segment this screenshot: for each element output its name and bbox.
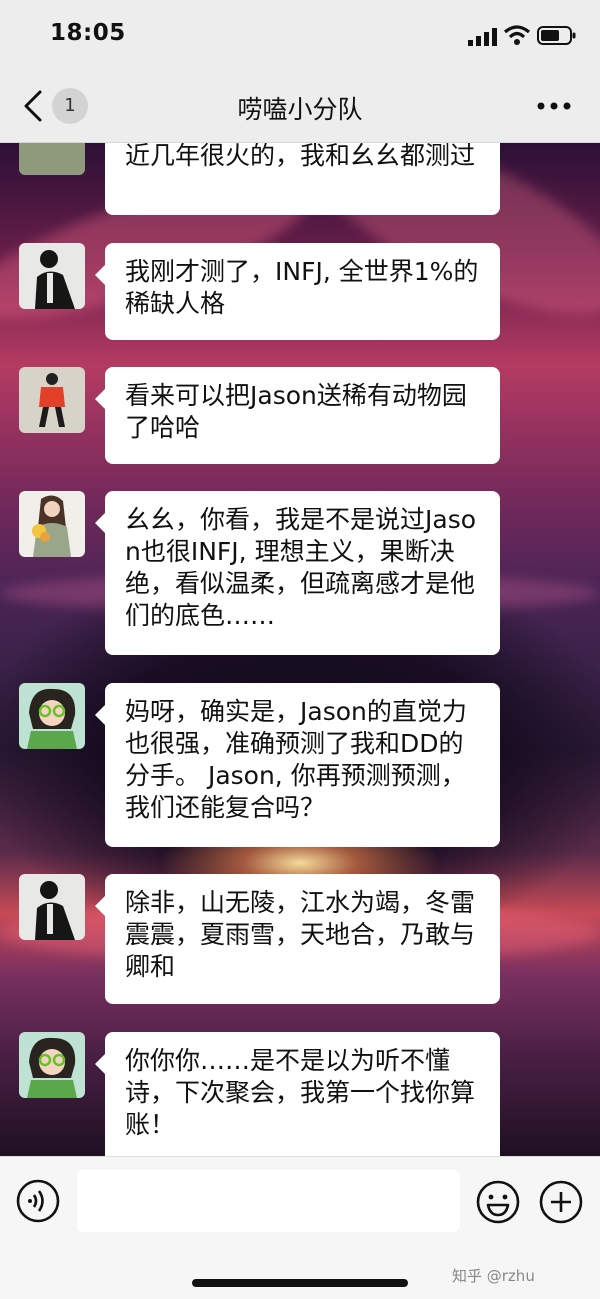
voice-icon[interactable] <box>16 1179 60 1223</box>
signal-icon <box>468 28 497 46</box>
wifi-icon <box>503 25 531 45</box>
avatar[interactable] <box>19 367 85 433</box>
chat-area[interactable]: 近几年很火的，我和幺幺都测过 我刚才测了，INFJ, 全世界1%的稀缺人格 看来… <box>0 143 600 1156</box>
battery-icon <box>537 26 576 45</box>
status-time: 18:05 <box>50 20 126 46</box>
avatar[interactable] <box>19 874 85 940</box>
emoji-icon[interactable] <box>475 1179 521 1225</box>
message-bubble[interactable]: 除非，山无陵，江水为竭，冬雷震震，夏雨雪，天地合，乃敢与卿和 <box>95 874 500 1004</box>
avatar[interactable] <box>19 683 85 749</box>
input-bar: 知乎 @rzhu <box>0 1156 600 1299</box>
avatar[interactable] <box>19 243 85 309</box>
avatar[interactable] <box>19 143 85 175</box>
nav-bar: 1 唠嗑小分队 <box>0 70 600 143</box>
message-bubble[interactable]: 我刚才测了，INFJ, 全世界1%的稀缺人格 <box>95 243 500 340</box>
message-bubble[interactable]: 看来可以把Jason送稀有动物园了哈哈 <box>95 367 500 464</box>
message-bubble[interactable]: 幺幺，你看，我是不是说过Jason也很INFJ, 理想主义，果断决绝，看似温柔，… <box>95 491 500 655</box>
avatar[interactable] <box>19 491 85 557</box>
message-input[interactable] <box>77 1170 460 1232</box>
message-bubble[interactable]: 妈呀，确实是，Jason的直觉力也很强，准确预测了我和DD的分手。 Jason,… <box>95 683 500 847</box>
message-bubble[interactable]: 你你你……是不是以为听不懂诗，下次聚会，我第一个找你算账！ <box>95 1032 500 1156</box>
chat-title: 唠嗑小分队 <box>237 95 363 124</box>
status-bar: 18:05 <box>0 0 600 70</box>
watermark: 知乎 @rzhu <box>452 1267 535 1285</box>
message-bubble[interactable]: 近几年很火的，我和幺幺都测过 <box>105 143 500 215</box>
more-icon[interactable] <box>536 96 572 116</box>
plus-icon[interactable] <box>538 1179 584 1225</box>
avatar[interactable] <box>19 1032 85 1098</box>
home-indicator[interactable] <box>192 1279 408 1287</box>
chat-screen: 18:05 1 唠嗑小分队 近几年很火的，我和幺幺都测过 我刚才测了，INFJ,… <box>0 0 600 1299</box>
